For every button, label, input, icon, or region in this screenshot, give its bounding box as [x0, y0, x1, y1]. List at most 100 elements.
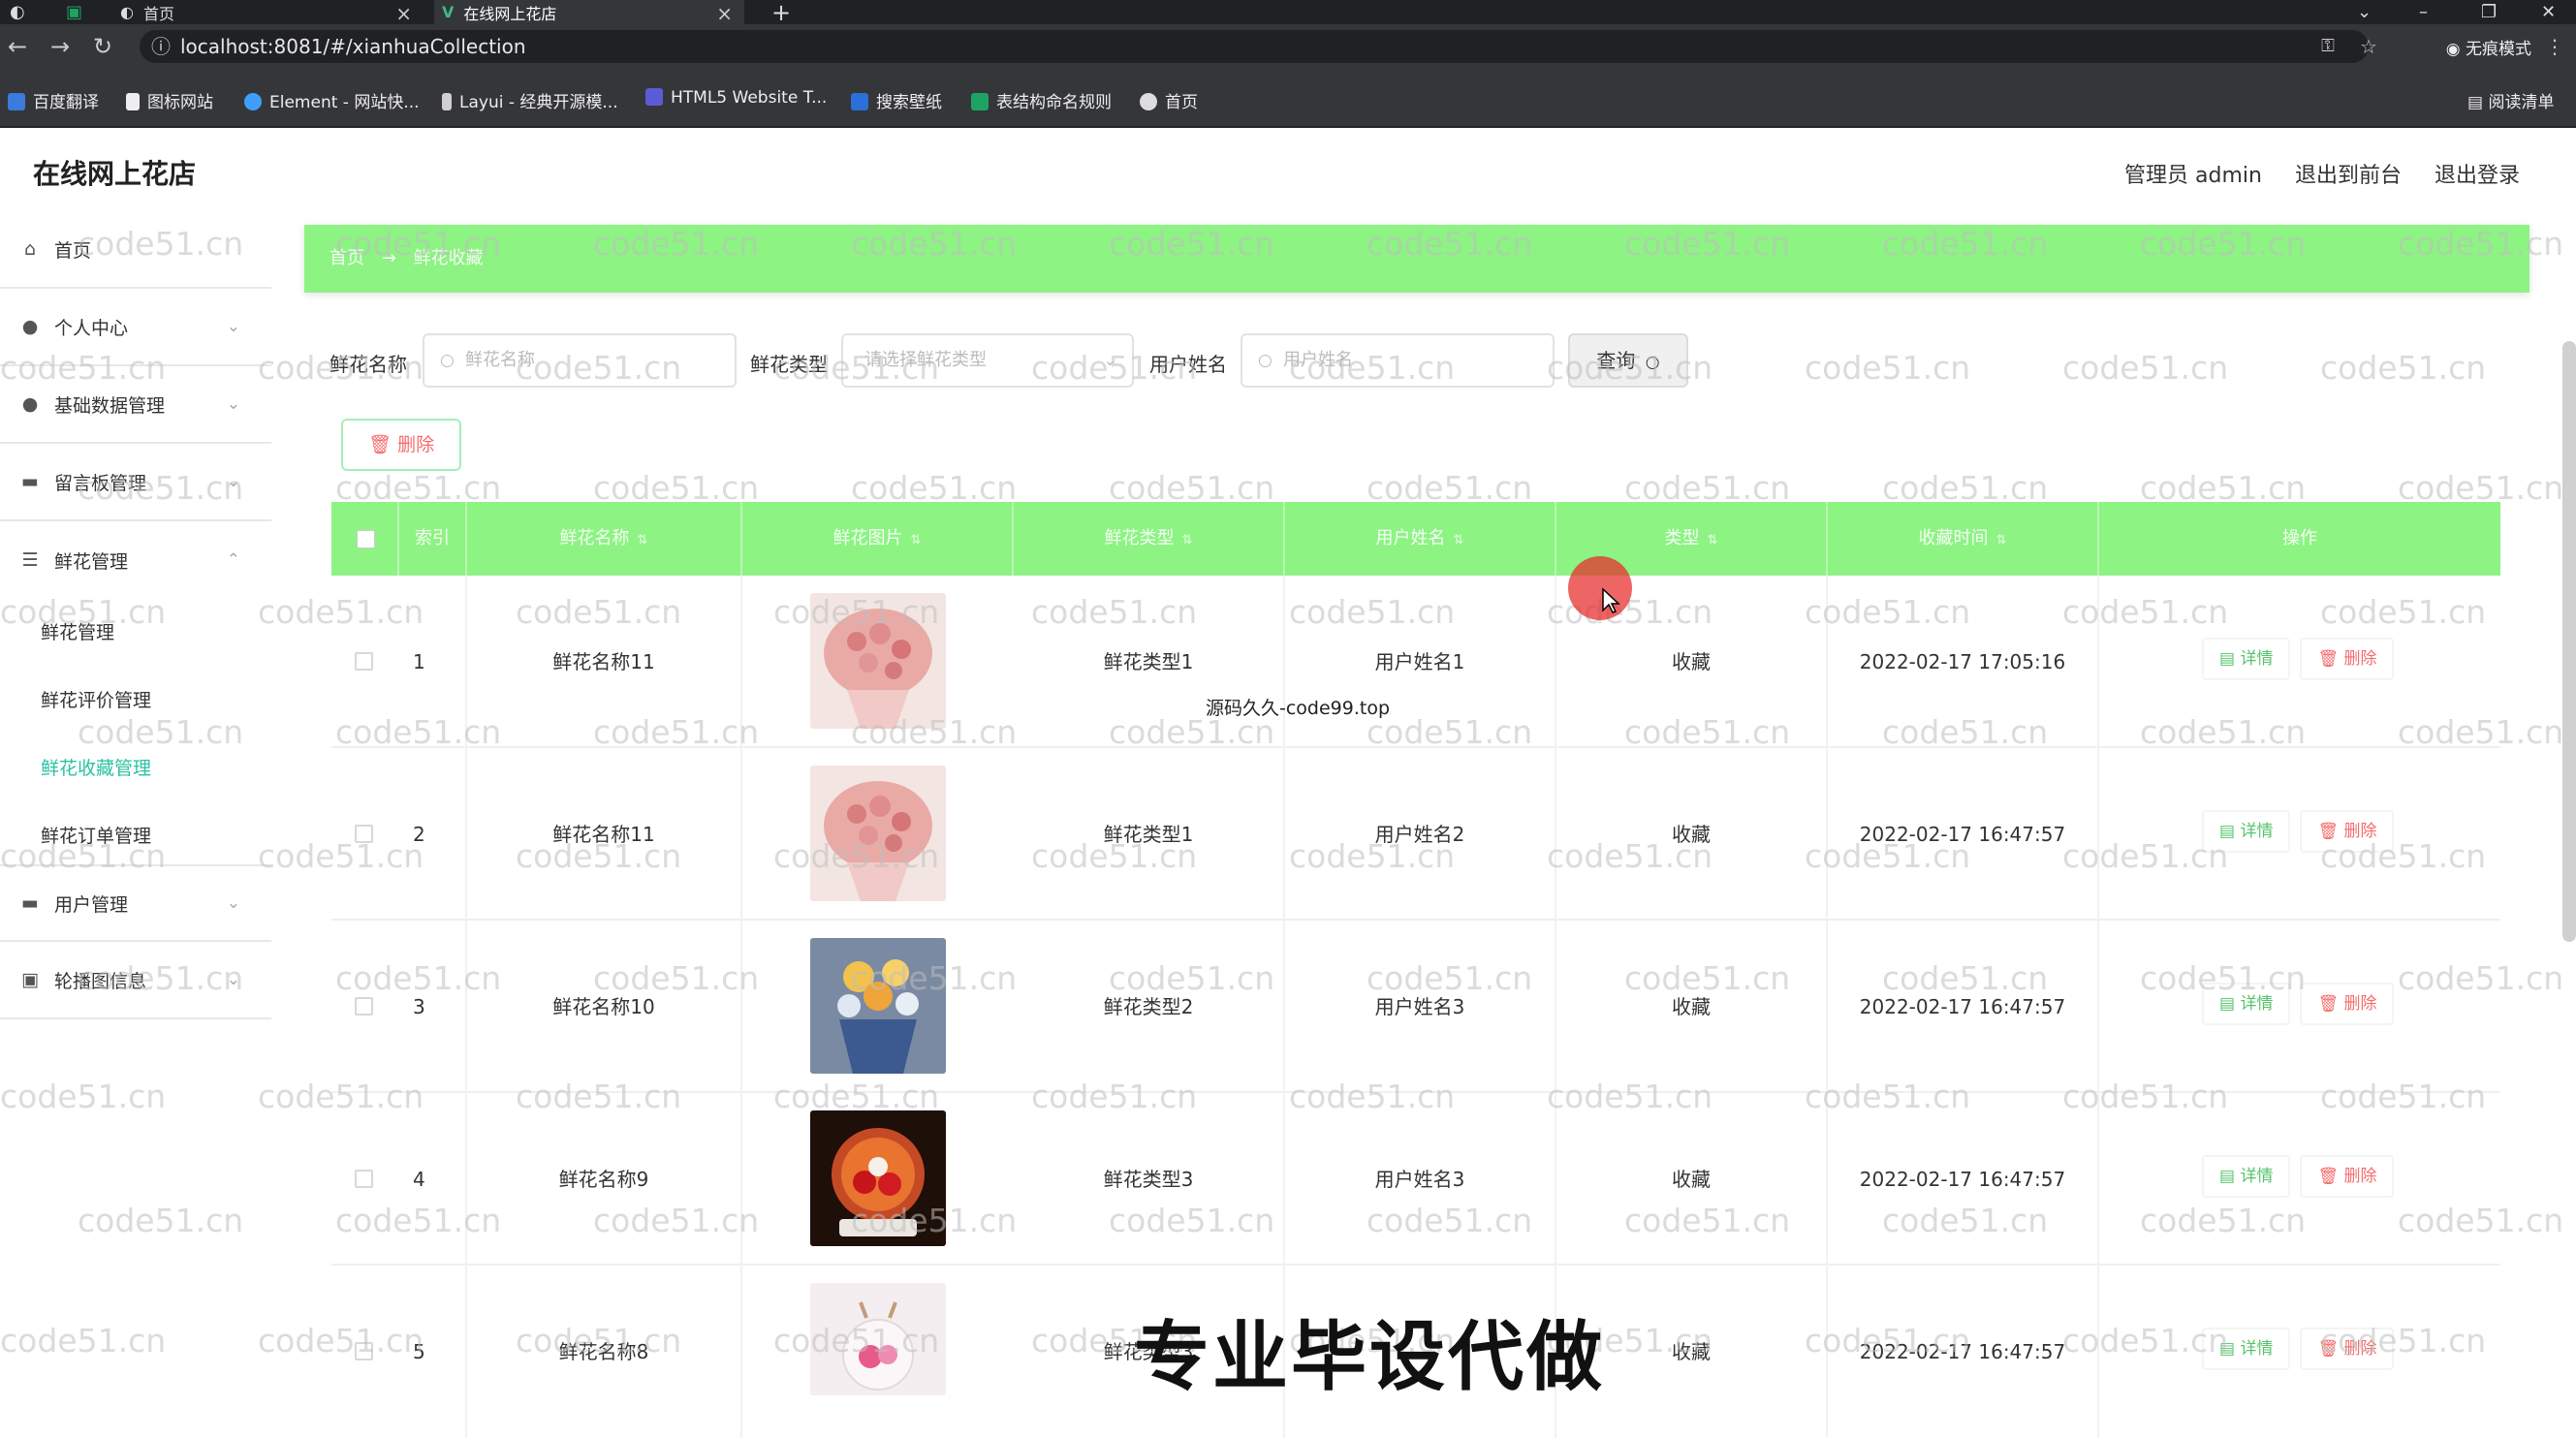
- sheet-tab-icon[interactable]: ▣: [66, 0, 82, 24]
- sidebar-item-users[interactable]: ▬ 用户管理 ⌄: [0, 864, 271, 942]
- flower-type-select[interactable]: 请选择鲜花类型 ⌄: [841, 333, 1134, 388]
- delete-button[interactable]: 🗑 删除: [2300, 638, 2395, 680]
- header-user-name[interactable]: 用户姓名 ⇅: [1285, 502, 1556, 576]
- row-checkbox[interactable]: [355, 997, 373, 1016]
- bookmark-naming[interactable]: 表结构命名规则: [971, 88, 1112, 112]
- user-name-placeholder: 用户姓名: [1283, 350, 1353, 370]
- breadcrumb-current: 鲜花收藏: [413, 248, 484, 268]
- flower-name-input[interactable]: ○ 鲜花名称: [423, 333, 737, 388]
- flower-image[interactable]: [810, 938, 946, 1074]
- bookmark-layui[interactable]: Layui - 经典开源模...: [442, 88, 618, 112]
- reading-list[interactable]: ▤ 阅读清单: [2467, 88, 2554, 112]
- globe-icon: [1140, 93, 1157, 110]
- header-flower-image[interactable]: 鲜花图片 ⇅: [742, 502, 1014, 576]
- browser-tab-shop[interactable]: V 在线网上花店 ×: [434, 0, 744, 25]
- detail-button[interactable]: ▤ 详情: [2202, 1328, 2291, 1370]
- user-name-input[interactable]: ○ 用户姓名: [1241, 333, 1555, 388]
- key-icon[interactable]: ⚿: [2314, 34, 2341, 59]
- header-collect-time[interactable]: 收藏时间 ⇅: [1828, 502, 2099, 576]
- delete-button[interactable]: 🗑 删除: [2300, 983, 2395, 1025]
- sidebar-item-flowers[interactable]: ☰ 鲜花管理 ⌃: [0, 521, 271, 599]
- query-button[interactable]: 查询 ○: [1568, 333, 1688, 388]
- minimize-icon[interactable]: –: [2419, 0, 2428, 24]
- close-tab-icon[interactable]: ×: [395, 2, 412, 25]
- bookmark-label: Layui - 经典开源模...: [459, 93, 618, 112]
- delete-button[interactable]: 🗑 删除: [2300, 1155, 2395, 1198]
- query-label: 查询: [1596, 349, 1636, 372]
- cell-collect-time: 2022-02-17 16:47:57: [1828, 921, 2099, 1093]
- delete-button[interactable]: 🗑 删除: [2300, 1328, 2395, 1370]
- detail-button[interactable]: ▤ 详情: [2202, 1155, 2291, 1198]
- vue-favicon-icon: V: [442, 3, 455, 21]
- forward-icon[interactable]: →: [47, 34, 74, 59]
- reading-list-icon: ▤: [2467, 93, 2489, 112]
- cell-kind: 收藏: [1556, 921, 1828, 1093]
- info-icon: ⓘ: [151, 35, 171, 58]
- breadcrumb-home[interactable]: 首页: [330, 248, 364, 268]
- header-flower-type[interactable]: 鲜花类型 ⇅: [1014, 502, 1285, 576]
- browser-tab-home[interactable]: ◐ 首页 ×: [109, 0, 424, 25]
- user-icon: ●: [21, 316, 39, 337]
- sidebar-item-home[interactable]: ⌂ 首页: [0, 211, 271, 289]
- admin-label: 管理员 admin: [2124, 164, 2262, 188]
- close-window-icon[interactable]: ✕: [2541, 0, 2556, 24]
- more-menu-icon[interactable]: ⋮: [2541, 34, 2568, 59]
- star-icon[interactable]: ☆: [2355, 34, 2382, 59]
- search-icon: ○: [1258, 351, 1272, 370]
- submenu-flower-order[interactable]: 鲜花订单管理: [41, 822, 151, 848]
- bookmark-icon-site[interactable]: 图标网站: [126, 88, 213, 112]
- browser-tab-home-label: 首页: [142, 4, 174, 23]
- bookmark-label: HTML5 Website T...: [671, 88, 828, 108]
- url-input[interactable]: ⓘ localhost:8081/#/xianhuaCollection: [140, 30, 2369, 63]
- sidebar-item-base-data[interactable]: ● 基础数据管理 ⌄: [0, 366, 271, 444]
- bookmark-home[interactable]: 首页: [1140, 88, 1198, 112]
- row-checkbox[interactable]: [355, 652, 373, 671]
- reload-icon[interactable]: ↻: [89, 34, 116, 59]
- document-icon: ▤: [2219, 822, 2241, 841]
- flower-image[interactable]: [810, 1283, 946, 1395]
- cell-kind: 收藏: [1556, 1093, 1828, 1266]
- submenu-flower-manage[interactable]: 鲜花管理: [41, 618, 114, 644]
- restore-icon[interactable]: ❐: [2481, 0, 2497, 24]
- detail-button[interactable]: ▤ 详情: [2202, 638, 2291, 680]
- logout-link[interactable]: 退出登录: [2435, 158, 2520, 189]
- page-scrollbar[interactable]: [2562, 341, 2576, 942]
- bookmark-baidu-translate[interactable]: 百度翻译: [8, 88, 99, 112]
- row-checkbox[interactable]: [355, 1170, 373, 1188]
- sidebar-item-profile[interactable]: ● 个人中心 ⌄: [0, 289, 271, 366]
- row-checkbox[interactable]: [355, 1342, 373, 1360]
- new-tab-icon[interactable]: +: [771, 0, 791, 26]
- flower-image[interactable]: [810, 1110, 946, 1246]
- close-tab-icon[interactable]: ×: [716, 2, 733, 25]
- row-checkbox[interactable]: [355, 825, 373, 843]
- tab-search-icon[interactable]: ⌄: [2357, 0, 2372, 24]
- select-all-checkbox[interactable]: [357, 530, 375, 548]
- incognito-icon: ◉: [2445, 40, 2466, 59]
- browser-menu-icon[interactable]: ◐: [10, 0, 25, 24]
- bookmark-element[interactable]: Element - 网站快...: [244, 88, 420, 112]
- detail-button[interactable]: ▤ 详情: [2202, 983, 2291, 1025]
- flag-icon: [126, 93, 140, 110]
- bookmark-label: 图标网站: [147, 93, 213, 112]
- app-title: 在线网上花店: [33, 158, 197, 190]
- back-icon[interactable]: ←: [4, 34, 31, 59]
- submenu-flower-collection[interactable]: 鲜花收藏管理: [41, 754, 151, 780]
- bookmark-wallpaper[interactable]: 搜索壁纸: [851, 88, 942, 112]
- flower-image[interactable]: [810, 766, 946, 901]
- header-flower-name[interactable]: 鲜花名称 ⇅: [467, 502, 742, 576]
- sidebar-item-carousel[interactable]: ▣ 轮播图信息 ⌄: [0, 942, 271, 1019]
- mouse-cursor-icon: [1602, 587, 1620, 613]
- bookmark-html5[interactable]: HTML5 Website T...: [645, 88, 827, 108]
- flower-image[interactable]: [810, 593, 946, 729]
- delete-button[interactable]: 🗑 删除: [2300, 810, 2395, 853]
- batch-delete-button[interactable]: 🗑 删除: [341, 419, 461, 471]
- document-icon: ▤: [2219, 1339, 2241, 1359]
- cell-user-name: 用户姓名1: [1285, 576, 1556, 748]
- sidebar-item-messages[interactable]: ▬ 留言板管理 ⌄: [0, 444, 271, 521]
- back-to-front-link[interactable]: 退出到前台: [2295, 158, 2402, 189]
- incognito-badge[interactable]: ◉ 无痕模式: [2446, 35, 2531, 59]
- sidebar-item-label: 轮播图信息: [54, 970, 147, 992]
- user-name-label: 用户姓名: [1149, 353, 1227, 376]
- submenu-flower-review[interactable]: 鲜花评价管理: [41, 686, 151, 712]
- detail-button[interactable]: ▤ 详情: [2202, 810, 2291, 853]
